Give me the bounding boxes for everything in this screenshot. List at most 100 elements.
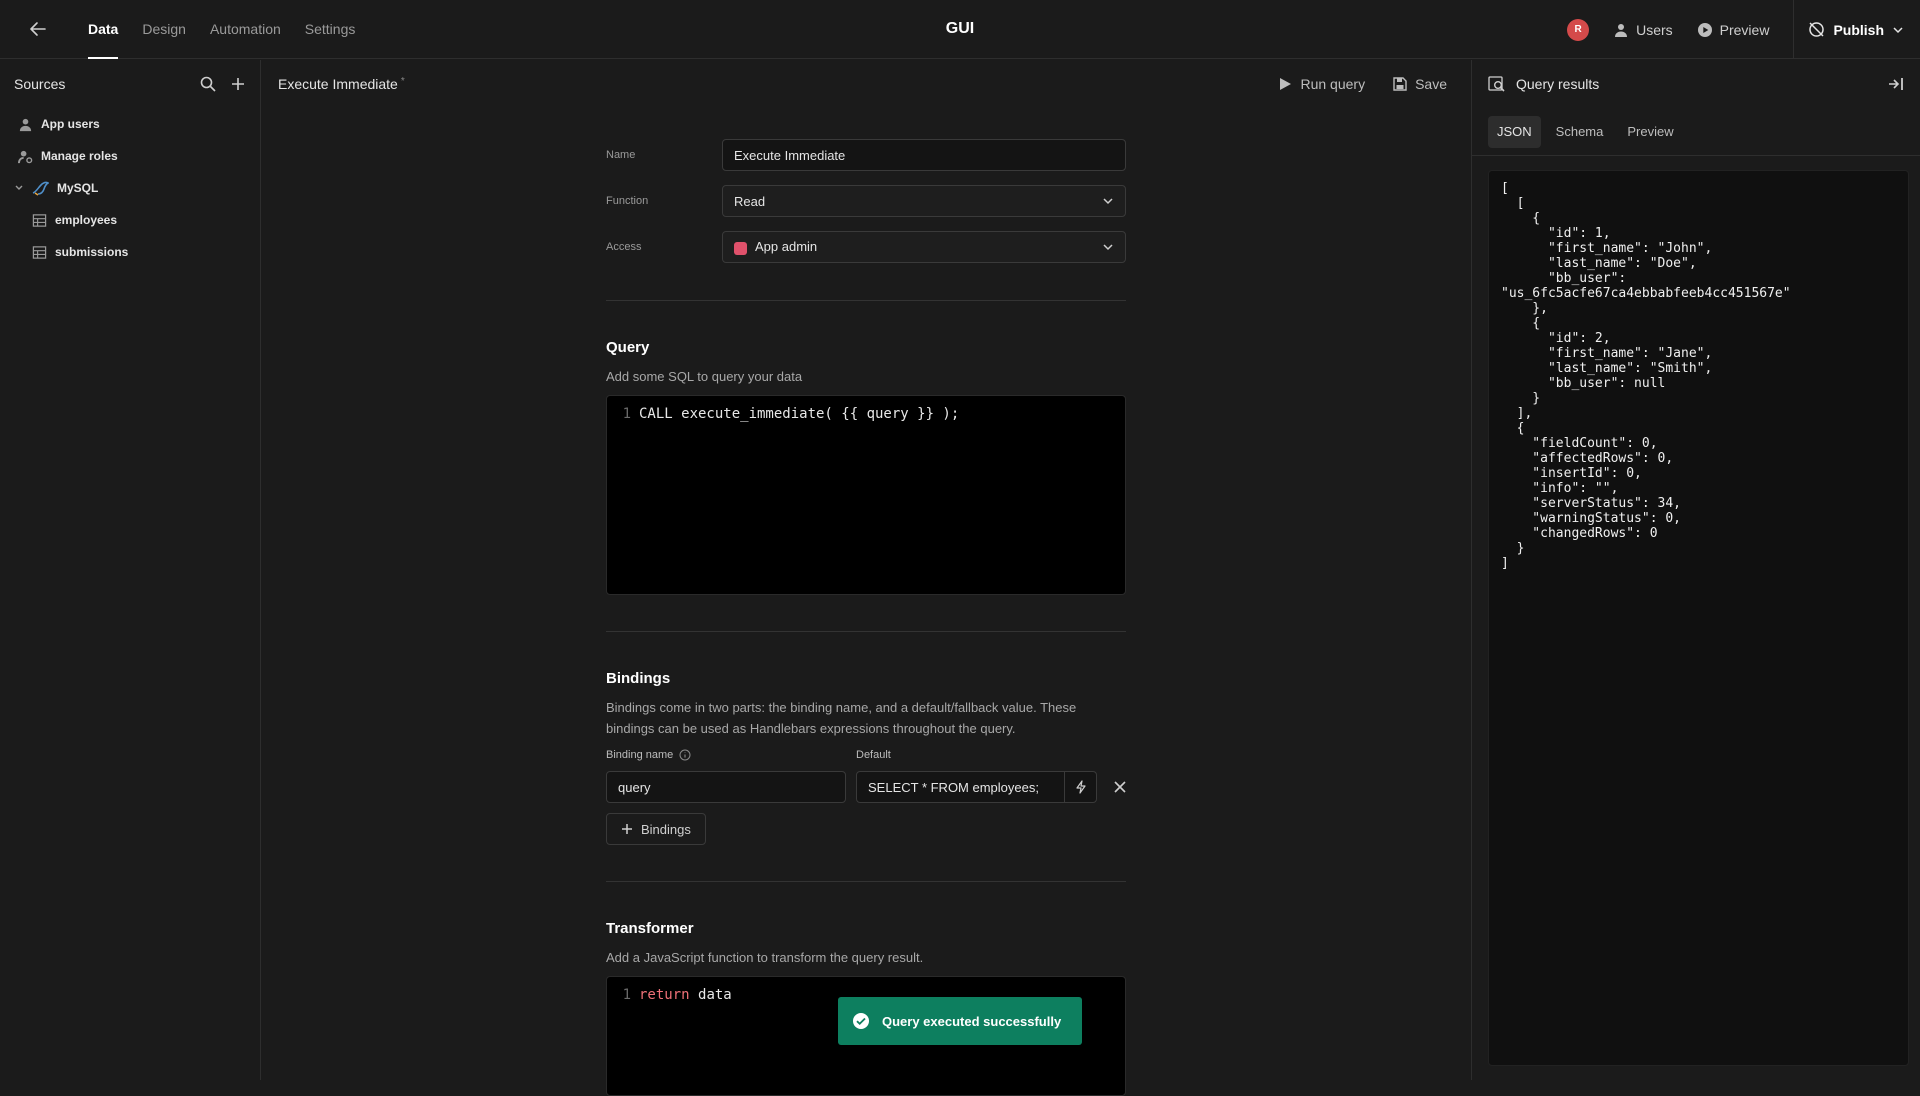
- nav-tabs: Data Design Automation Settings: [76, 0, 367, 59]
- function-select[interactable]: Read: [722, 185, 1126, 217]
- access-value-wrap: App admin: [734, 239, 818, 255]
- collapse-panel-icon[interactable]: [1888, 76, 1904, 92]
- binding-name-label: Binding name: [606, 749, 846, 761]
- sources-sidebar: Sources App users Manage roles MySQL emp…: [0, 60, 261, 1080]
- bindings-description-line1: Bindings come in two parts: the binding …: [606, 700, 1077, 715]
- access-row: Access App admin: [606, 224, 1126, 270]
- avatar[interactable]: R: [1567, 18, 1590, 41]
- chevron-down-icon: [1103, 198, 1113, 205]
- function-label: Function: [606, 195, 649, 207]
- tab-preview[interactable]: Preview: [1618, 116, 1682, 148]
- json-output: [ [ { "id": 1, "first_name": "John", "la…: [1488, 170, 1909, 1066]
- results-tabs: JSON Schema Preview: [1472, 108, 1920, 156]
- access-color-swatch: [734, 241, 747, 255]
- save-label: Save: [1415, 76, 1447, 92]
- globe-off-icon: [1809, 22, 1825, 37]
- sidebar-title: Sources: [14, 76, 66, 92]
- results-title: Query results: [1488, 75, 1599, 93]
- chevron-down-icon: [1103, 244, 1113, 251]
- top-bar: Data Design Automation Settings GUI R Us…: [0, 0, 1920, 59]
- back-button[interactable]: [0, 0, 76, 59]
- binding-drawer-button[interactable]: [1065, 771, 1097, 803]
- binding-name-label-text: Binding name: [606, 749, 674, 761]
- save-button[interactable]: Save: [1393, 76, 1447, 92]
- sidebar-item-manage-roles[interactable]: Manage roles: [0, 140, 260, 172]
- save-icon: [1393, 77, 1407, 91]
- sidebar-item-label: employees: [55, 213, 118, 227]
- info-icon[interactable]: [679, 749, 691, 761]
- query-title: Execute Immediate *: [278, 76, 405, 92]
- publish-label: Publish: [1833, 21, 1884, 38]
- bindings-description-line2: bindings can be used as Handlebars expre…: [606, 721, 1016, 736]
- app-title: GUI: [945, 20, 975, 37]
- sidebar-item-app-users[interactable]: App users: [0, 108, 260, 140]
- function-row: Function Read: [606, 178, 1126, 224]
- tab-data[interactable]: Data: [76, 0, 130, 59]
- plus-icon: [622, 824, 632, 834]
- chevron-down-icon[interactable]: [14, 183, 24, 193]
- add-binding-button[interactable]: Bindings: [606, 813, 706, 845]
- json-text: [ [ { "id": 1, "first_name": "John", "la…: [1501, 181, 1791, 571]
- sql-code-editor[interactable]: 1 CALL execute_immediate( {{ query }} );: [606, 395, 1126, 595]
- default-label: Default: [856, 749, 891, 761]
- lightning-icon: [1075, 780, 1086, 794]
- toast-message: Query executed successfully: [882, 1013, 1062, 1029]
- play-icon: [1280, 78, 1292, 90]
- close-icon: [1114, 781, 1126, 793]
- users-icon: [1615, 23, 1628, 37]
- sidebar-item-label: submissions: [55, 245, 129, 259]
- sql-code: CALL execute_immediate( {{ query }} );: [639, 406, 960, 422]
- query-results-panel: Query results JSON Schema Preview [ [ { …: [1471, 60, 1920, 1080]
- access-value: App admin: [755, 239, 818, 255]
- publish-button[interactable]: Publish: [1793, 0, 1920, 59]
- search-results-icon: [1488, 76, 1505, 92]
- bindings-section-title: Bindings: [606, 670, 671, 687]
- users-button[interactable]: Users: [1613, 22, 1673, 38]
- query-section-description: Add some SQL to query your data: [606, 369, 803, 384]
- play-circle-icon: [1697, 22, 1712, 37]
- remove-binding-button[interactable]: [1097, 781, 1126, 793]
- query-title-text: Execute Immediate: [278, 76, 398, 92]
- code-identifier: data: [698, 987, 732, 1003]
- success-toast: Query executed successfully: [838, 997, 1082, 1045]
- tab-settings[interactable]: Settings: [293, 0, 368, 59]
- access-label: Access: [606, 241, 642, 253]
- transformer-section-description: Add a JavaScript function to transform t…: [606, 950, 924, 965]
- tab-schema[interactable]: Schema: [1547, 116, 1613, 148]
- results-title-text: Query results: [1516, 76, 1600, 92]
- name-input[interactable]: Execute Immediate: [722, 139, 1126, 171]
- plus-icon[interactable]: [230, 76, 246, 92]
- table-icon: [32, 213, 47, 227]
- sidebar-item-label: Manage roles: [41, 149, 118, 163]
- editor-header: Execute Immediate * Run query Save: [262, 60, 1471, 108]
- binding-name-input[interactable]: query: [606, 771, 846, 803]
- sidebar-item-employees[interactable]: employees: [0, 204, 260, 236]
- check-circle-icon: [853, 1013, 869, 1029]
- roles-icon: [18, 150, 33, 163]
- sidebar-item-mysql[interactable]: MySQL: [0, 172, 260, 204]
- sidebar-item-label: App users: [41, 117, 100, 131]
- sidebar-item-submissions[interactable]: submissions: [0, 236, 260, 268]
- line-number: 1: [622, 987, 631, 1003]
- user-icon: [19, 118, 32, 131]
- query-form: Name Execute Immediate Function Read Acc…: [606, 108, 1126, 1096]
- tab-design[interactable]: Design: [130, 0, 198, 59]
- add-binding-label: Bindings: [641, 821, 691, 837]
- name-row: Name Execute Immediate: [606, 132, 1126, 178]
- search-icon[interactable]: [200, 76, 216, 92]
- name-label: Name: [606, 149, 636, 161]
- tab-json[interactable]: JSON: [1488, 115, 1541, 148]
- table-icon: [32, 245, 47, 259]
- unsaved-marker: *: [400, 76, 405, 87]
- function-value: Read: [734, 193, 766, 209]
- run-query-label: Run query: [1300, 76, 1366, 92]
- code-keyword: return: [639, 987, 690, 1003]
- default-value-input[interactable]: SELECT * FROM employees;: [856, 771, 1065, 803]
- preview-button[interactable]: Preview: [1697, 22, 1769, 38]
- users-label: Users: [1636, 21, 1673, 38]
- sidebar-item-label: MySQL: [57, 181, 99, 195]
- access-select[interactable]: App admin: [722, 231, 1126, 263]
- arrow-left-icon: [30, 22, 46, 36]
- run-query-button[interactable]: Run query: [1279, 76, 1365, 92]
- tab-automation[interactable]: Automation: [198, 0, 293, 59]
